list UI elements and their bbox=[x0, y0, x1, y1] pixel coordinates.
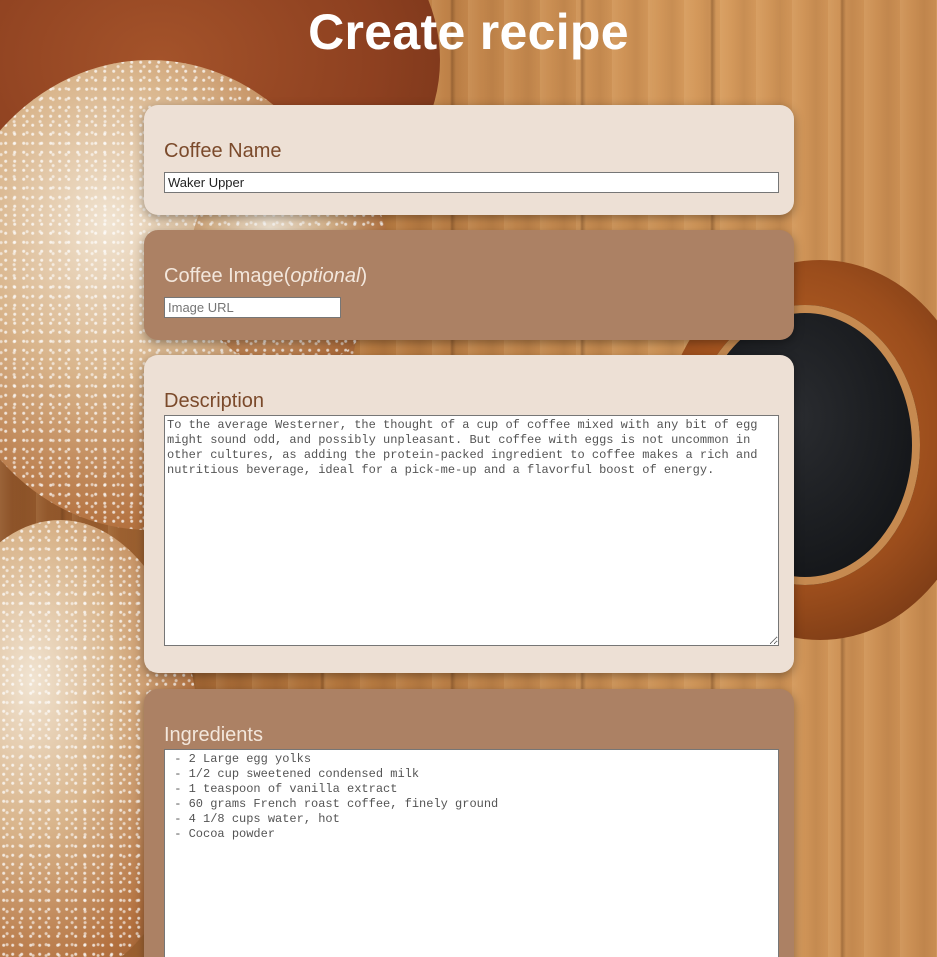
image-url-input[interactable] bbox=[164, 297, 341, 318]
coffee-name-card: Coffee Name bbox=[144, 105, 794, 215]
description-card: Description To the average Westerner, th… bbox=[144, 355, 794, 673]
coffee-name-label: Coffee Name bbox=[164, 140, 282, 162]
ingredients-label: Ingredients bbox=[164, 724, 263, 746]
ingredients-card: Ingredients - 2 Large egg yolks - 1/2 cu… bbox=[144, 689, 794, 957]
coffee-image-card: Coffee Image(optional) bbox=[144, 230, 794, 340]
page-title: Create recipe bbox=[308, 4, 629, 60]
coffee-image-label: Coffee Image(optional) bbox=[164, 265, 367, 288]
description-label: Description bbox=[164, 390, 265, 412]
description-textarea[interactable]: To the average Westerner, the thought of… bbox=[164, 415, 779, 646]
coffee-image-label-close: ) bbox=[360, 265, 368, 287]
ingredients-textarea[interactable]: - 2 Large egg yolks - 1/2 cup sweetened … bbox=[164, 749, 779, 957]
optional-hint: optional bbox=[290, 265, 361, 287]
coffee-image-label-text: Coffee Image( bbox=[164, 265, 291, 287]
coffee-name-input[interactable] bbox=[164, 172, 779, 193]
